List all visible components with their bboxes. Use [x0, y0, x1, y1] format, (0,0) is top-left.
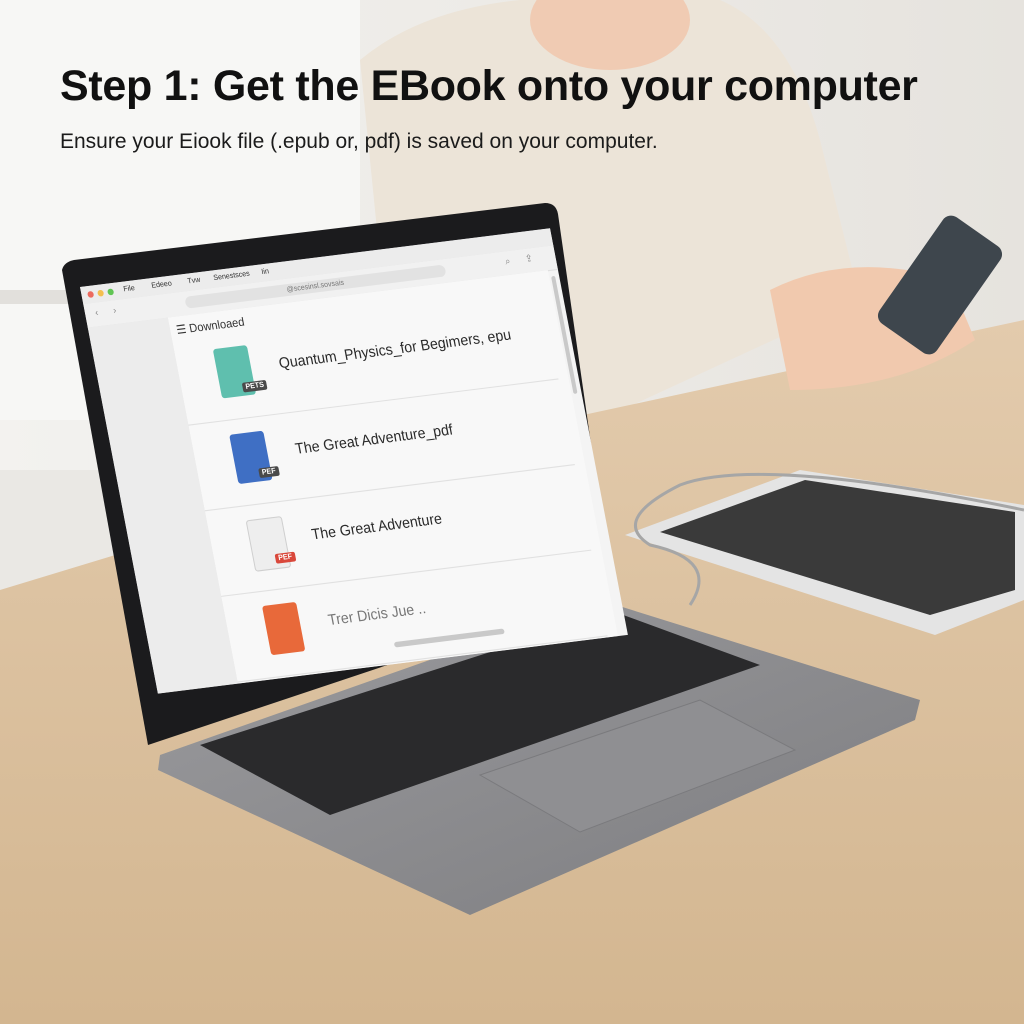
forward-icon[interactable]: › [112, 305, 117, 316]
presentation-file-icon [261, 601, 306, 656]
menu-view[interactable]: Tvw [187, 276, 201, 285]
menu-window[interactable]: Iin [261, 268, 270, 276]
file-type-badge: PEF [274, 551, 296, 564]
laptop-screen: File Edeeo Tvw Senestsces Iin ‹ › @scesi… [80, 228, 628, 694]
menu-services[interactable]: Senestsces [213, 270, 251, 282]
minimize-dot-icon[interactable] [97, 289, 105, 297]
back-icon[interactable]: ‹ [94, 307, 99, 318]
zoom-dot-icon[interactable] [107, 288, 115, 296]
pdf-file-icon [245, 515, 292, 572]
file-list: ☰ Downloaed PETS Quantum_Physics_for Beg… [167, 270, 618, 684]
menu-file[interactable]: File [123, 285, 136, 294]
file-type-badge: PETS [241, 379, 268, 393]
file-name[interactable]: Quantum_Physics_for Begimers, epu [277, 325, 512, 371]
search-icon[interactable]: ⌕ [504, 255, 511, 267]
file-name[interactable]: Trer Dicis Jue .. [326, 599, 427, 628]
page-title: Step 1: Get the EBook onto your computer [60, 62, 918, 110]
menu-edit[interactable]: Edeeo [151, 280, 173, 290]
file-type-badge: PEF [258, 466, 280, 479]
file-name[interactable]: The Great Adventure_pdf [294, 420, 454, 457]
list-view-icon: ☰ [175, 323, 188, 338]
folder-name: Downloaed [188, 315, 246, 336]
close-dot-icon[interactable] [87, 290, 95, 299]
folder-title: ☰ Downloaed [175, 315, 246, 338]
file-name[interactable]: The Great Adventure [310, 509, 443, 542]
page-subtitle: Ensure your Eiook file (.epub or, pdf) i… [60, 130, 658, 153]
share-icon[interactable]: ⇪ [524, 252, 534, 265]
